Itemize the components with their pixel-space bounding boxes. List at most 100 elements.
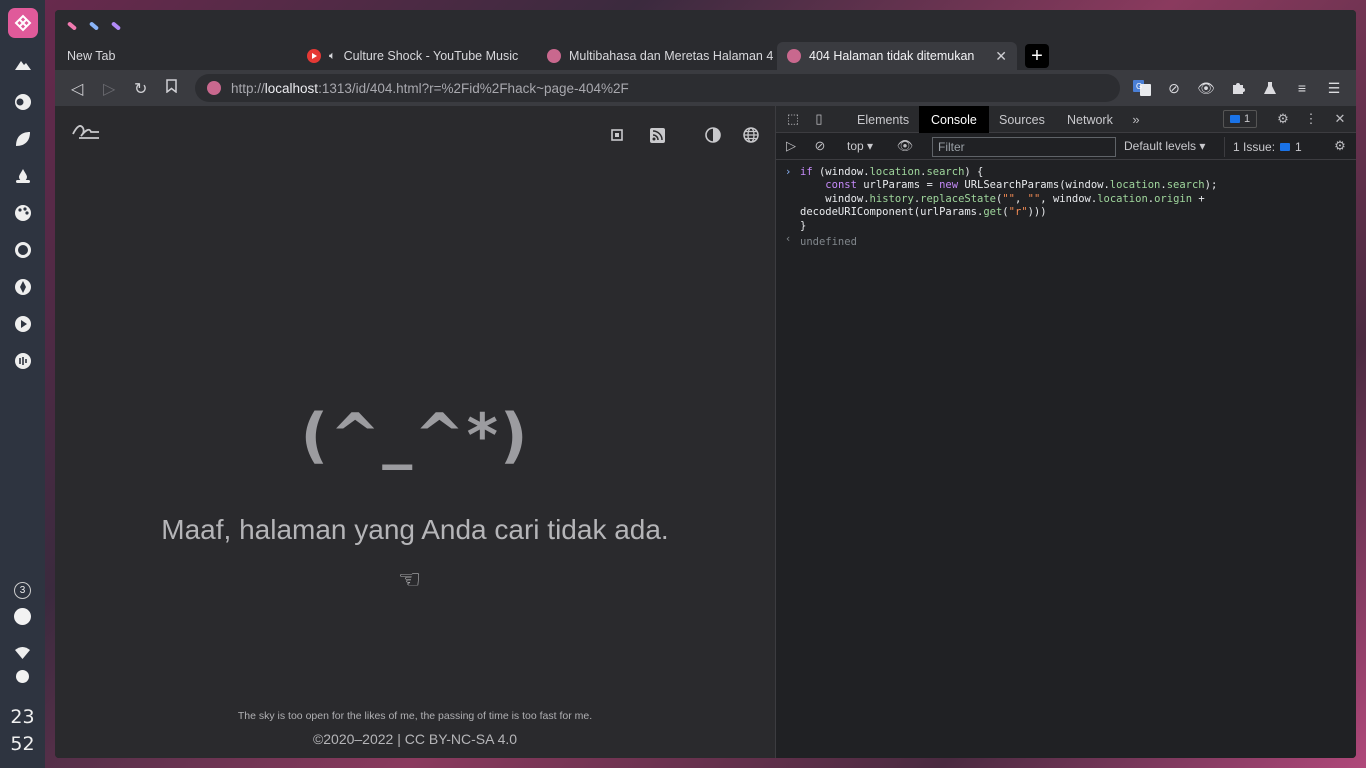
tab-new-tab[interactable]: New Tab [57, 42, 287, 70]
maximize-window-icon[interactable] [110, 21, 122, 31]
issues-button[interactable]: 1 Issue: 1 [1224, 137, 1302, 157]
footer-quote: The sky is too open for the likes of me,… [237, 710, 593, 722]
chip-icon[interactable] [608, 126, 626, 144]
audio-icon[interactable] [13, 351, 33, 371]
menu-icon[interactable]: ☰ [1324, 78, 1344, 98]
console-output[interactable]: › if (window.location.search) { const ur… [776, 160, 1356, 249]
clock-minute: 52 [10, 733, 35, 755]
issue-icon [1280, 143, 1291, 151]
tab-404-active[interactable]: 404 Halaman tidak ditemukan ✕ [777, 42, 1017, 70]
sidebar-toggle-icon[interactable]: ▷ [783, 138, 799, 154]
address-bar[interactable]: http://localhost:1313/id/404.html?r=%2Fi… [195, 74, 1120, 102]
back-icon[interactable]: ◁ [71, 79, 83, 99]
messages-badge[interactable]: 1 [1223, 110, 1258, 128]
rss-icon[interactable] [648, 126, 666, 144]
site-favicon-icon [787, 49, 801, 63]
tab-strip: New Tab 🔈︎ Culture Shock - YouTube Music… [55, 10, 1356, 70]
context-value: top [847, 139, 864, 153]
message-icon [1230, 115, 1240, 123]
dock: 3 23 52 [0, 0, 45, 768]
url-prefix: http:// [231, 80, 265, 96]
clock-hour: 23 [10, 706, 35, 728]
svg-text:G: G [1136, 82, 1142, 91]
bucket-icon[interactable] [13, 166, 33, 186]
launcher-icon [14, 14, 31, 32]
tab-elements[interactable]: Elements [845, 106, 921, 133]
console-toolbar: ▷ ⊘ top ▾ 👁︎ Filter Default levels ▾ 1 I… [776, 133, 1356, 160]
site-logo-icon[interactable] [71, 120, 101, 148]
tab-title: Culture Shock - YouTube Music [343, 49, 519, 63]
web-page: (^_^*) Maaf, halaman yang Anda cari tida… [55, 106, 775, 758]
notification-badge[interactable]: 3 [14, 582, 31, 599]
blocked-extension-icon[interactable]: ⊘ [1164, 78, 1184, 98]
inspect-element-icon[interactable]: ⬚ [785, 111, 801, 127]
labs-icon[interactable] [1260, 78, 1280, 98]
new-tab-button[interactable]: + [1025, 44, 1049, 68]
close-devtools-icon[interactable]: ✕ [1332, 111, 1348, 127]
messages-count: 1 [1244, 113, 1251, 125]
tab-title: Multibahasa dan Meretas Halaman 404 [569, 49, 773, 63]
log-levels-select[interactable]: Default levels ▾ [1124, 139, 1205, 153]
tab-multibahasa[interactable]: Multibahasa dan Meretas Halaman 404 [537, 42, 773, 70]
eye-icon[interactable]: 👁︎ [1196, 78, 1216, 98]
toolbar: ◁ ▷ ↻ http://localhost:1313/id/404.html?… [55, 70, 1356, 106]
close-window-icon[interactable] [66, 21, 78, 31]
window-controls[interactable] [66, 20, 122, 31]
speaker-icon[interactable]: 🔈︎ [329, 50, 336, 63]
translate-icon[interactable]: G [1132, 78, 1152, 98]
play-icon[interactable] [13, 314, 33, 334]
language-globe-icon[interactable] [742, 126, 760, 144]
close-tab-icon[interactable]: ✕ [995, 48, 1007, 65]
filter-input[interactable]: Filter [932, 137, 1116, 157]
sync-icon[interactable] [13, 240, 33, 260]
toggle-icon[interactable] [13, 92, 33, 112]
input-prompt-icon: › [785, 166, 792, 178]
power-dot[interactable] [16, 670, 29, 683]
more-options-icon[interactable]: ⋮ [1303, 111, 1319, 127]
issues-count: 1 [1295, 140, 1302, 154]
footer-copyright: ©2020–2022 | CC BY-NC-SA 4.0 [312, 731, 518, 747]
console-result: undefined [800, 236, 857, 249]
status-dot[interactable] [14, 608, 31, 625]
clear-console-icon[interactable]: ⊘ [812, 138, 828, 154]
launcher-button[interactable] [7, 8, 38, 38]
url-host: localhost [264, 80, 319, 96]
kaomoji-heading: (^_^*) [300, 401, 530, 471]
more-tabs-icon[interactable]: » [1128, 111, 1144, 127]
not-found-message: Maaf, halaman yang Anda cari tidak ada. [161, 514, 669, 545]
console-code[interactable]: if (window.location.search) { const urlP… [800, 166, 1356, 233]
result-arrow-icon: ‹ [785, 233, 792, 245]
tab-console[interactable]: Console [919, 106, 989, 133]
tab-title: 404 Halaman tidak ditemukan [809, 49, 975, 63]
site-info-icon[interactable] [207, 81, 221, 95]
console-settings-icon[interactable]: ⚙ [1332, 138, 1348, 154]
site-favicon-icon [547, 49, 561, 63]
issues-label: 1 Issue: [1233, 140, 1276, 154]
minimize-window-icon[interactable] [88, 21, 100, 31]
tab-network[interactable]: Network [1055, 106, 1125, 133]
youtube-music-icon [307, 49, 321, 63]
devtools-panel: ⬚ ▯ Elements Console Sources Network » 1… [775, 106, 1356, 758]
bookmark-icon[interactable] [166, 79, 177, 98]
settings-gear-icon[interactable]: ⚙ [1275, 111, 1291, 127]
reload-icon[interactable]: ↻ [134, 79, 147, 99]
leaf-icon[interactable] [13, 129, 33, 149]
theme-toggle-icon[interactable] [704, 126, 722, 144]
forward-icon[interactable]: ▷ [103, 79, 115, 99]
live-expression-eye-icon[interactable]: 👁︎ [897, 138, 914, 154]
devtools-tabbar: ⬚ ▯ Elements Console Sources Network » 1… [776, 106, 1356, 133]
pointing-hand-icon: ☜ [398, 564, 422, 594]
media-queue-icon[interactable]: ≡ [1292, 78, 1312, 98]
levels-value: Default levels [1124, 139, 1197, 153]
aperture-icon[interactable] [13, 277, 33, 297]
wifi-icon[interactable] [15, 646, 30, 664]
tab-youtube-music[interactable]: 🔈︎ Culture Shock - YouTube Music [297, 42, 535, 70]
device-toolbar-icon[interactable]: ▯ [811, 111, 827, 127]
context-select[interactable]: top ▾ [847, 139, 873, 153]
extensions-icon[interactable] [1228, 78, 1248, 98]
tab-title: New Tab [67, 49, 116, 63]
palette-icon[interactable] [13, 203, 33, 223]
browser-window: New Tab 🔈︎ Culture Shock - YouTube Music… [55, 10, 1356, 758]
tab-sources[interactable]: Sources [987, 106, 1057, 133]
mountain-icon[interactable] [13, 55, 33, 75]
